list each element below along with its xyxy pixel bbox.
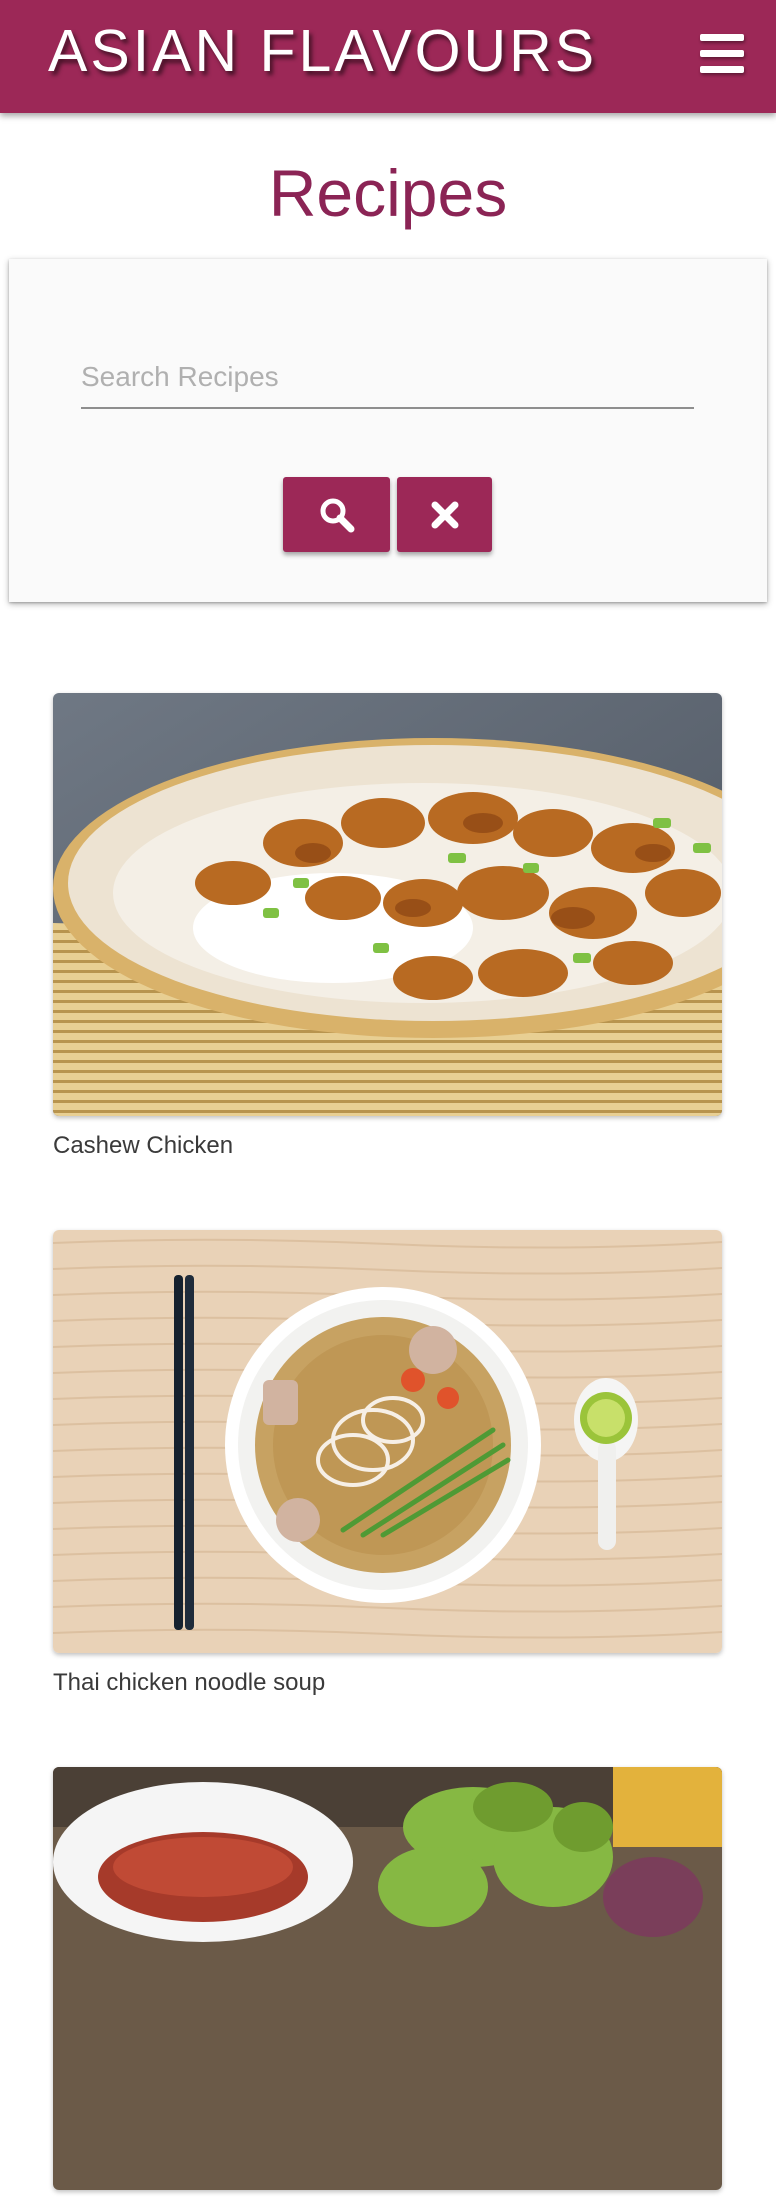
search-card [9,259,767,602]
recipe-image[interactable] [53,1230,722,1653]
clear-button[interactable] [397,477,492,552]
search-input[interactable] [81,347,694,409]
hamburger-menu-icon-bar [700,50,744,57]
close-icon [431,501,458,528]
menu-button[interactable] [698,30,746,78]
recipe-card[interactable]: Cashew Chicken [53,693,722,1161]
recipe-card[interactable] [53,1767,722,2205]
recipe-card[interactable]: Thai chicken noodle soup [53,1230,722,1698]
recipe-name[interactable]: Thai chicken noodle soup [53,1668,722,1698]
recipe-image[interactable] [53,1767,722,2190]
search-icon [320,498,354,532]
hamburger-menu-icon-bar [700,34,744,41]
search-button[interactable] [283,477,390,552]
recipe-image[interactable] [53,693,722,1116]
page-title: Recipes [268,156,508,230]
app-header: ASIAN FLAVOURS [0,0,776,113]
brand-title[interactable]: ASIAN FLAVOURS [48,16,597,86]
hamburger-menu-icon-bar [700,66,744,73]
recipe-name[interactable]: Cashew Chicken [53,1131,722,1161]
